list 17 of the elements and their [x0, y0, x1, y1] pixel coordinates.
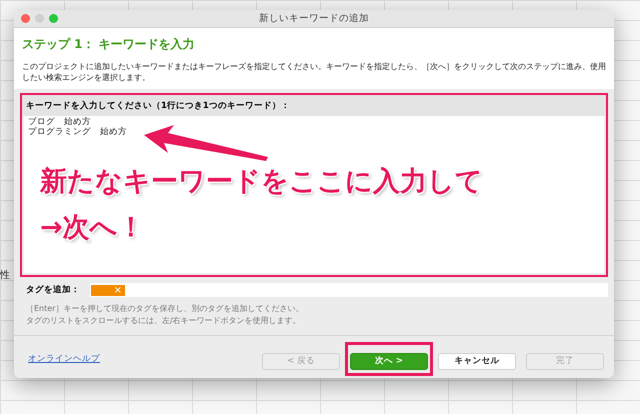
step-title: ステップ 1： キーワードを入力 [22, 36, 196, 53]
window-title: 新しいキーワードの追加 [259, 12, 369, 25]
tag-field[interactable]: × [90, 283, 608, 297]
annotation-text: 新たなキーワードをここに入力して [40, 165, 483, 199]
description-text: このプロジェクトに追加したいキーワードまたはキーフレーズを指定してください。キーワードを指定したら、［次へ］をクリックして次のステップに進み、使用したい検索エンジンを選択します。 [22, 61, 606, 83]
close-icon[interactable] [21, 14, 30, 23]
dialog-button[interactable]: キャンセル [438, 352, 516, 370]
zoom-icon[interactable] [49, 14, 58, 23]
hint-text: タグのリストをスクロールするには、左/右キーワードボタンを使用します。 [26, 315, 302, 326]
next-button[interactable]: 次へ > [350, 352, 428, 370]
annotation-text: →次へ！ [40, 211, 146, 245]
keyword-label: キーワードを入力してください（1行につき1つのキーワード）： [22, 95, 606, 116]
tag-label: タグを追加： [26, 284, 81, 296]
cell-text: 性 [0, 268, 10, 282]
help-link[interactable]: オンラインヘルプ [28, 352, 100, 365]
tag-chip[interactable]: × [91, 284, 125, 296]
hint-text: ［Enter］キーを押して現在のタグを保存し、別のタグを追加してください。 [26, 303, 304, 314]
